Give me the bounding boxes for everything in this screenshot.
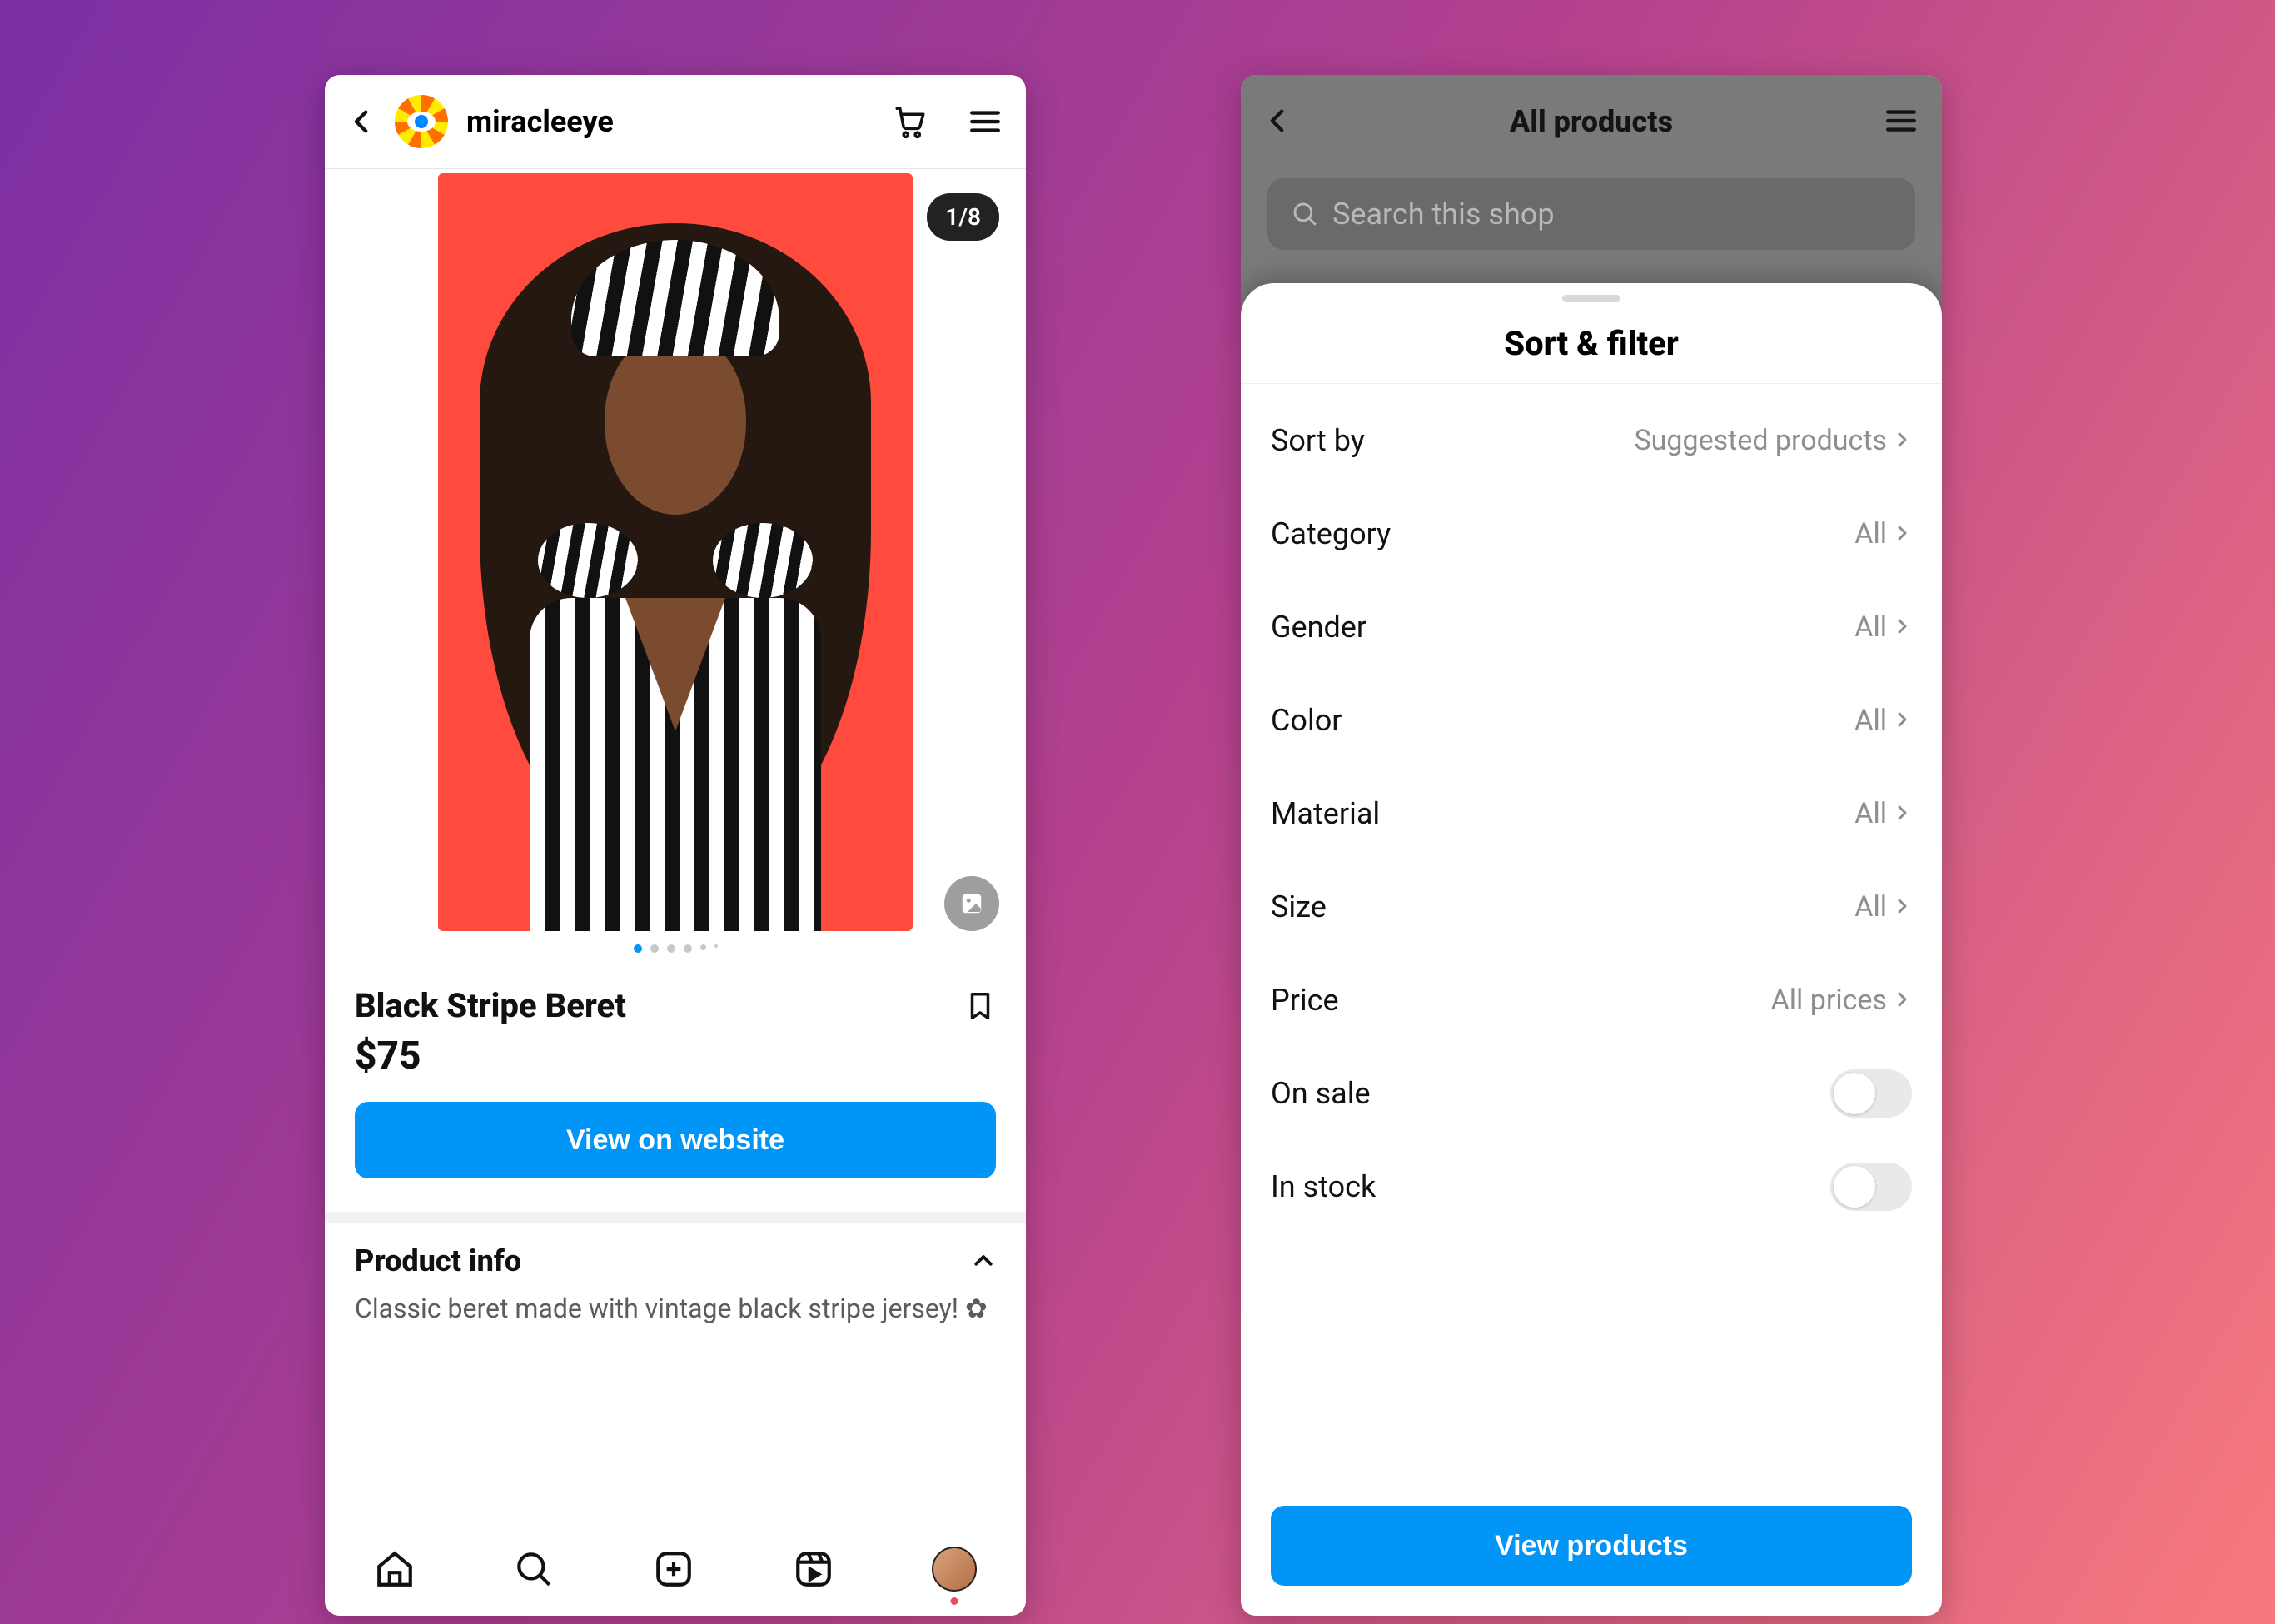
reels-icon[interactable]	[793, 1548, 834, 1590]
filter-sheet-screen: All products Search this shop Sort & fil…	[1241, 75, 1942, 1616]
filter-row-color[interactable]: Color All	[1241, 674, 1942, 767]
filter-row-price[interactable]: Price All prices	[1241, 954, 1942, 1047]
toggle-switch[interactable]	[1830, 1163, 1912, 1211]
chevron-up-icon	[971, 1248, 996, 1273]
home-icon[interactable]	[374, 1548, 416, 1590]
filter-value: All	[1854, 797, 1912, 830]
search-icon[interactable]	[513, 1548, 555, 1590]
gallery-counter: 1/8	[927, 193, 999, 241]
view-on-website-button[interactable]: View on website	[355, 1102, 996, 1178]
profile-avatar[interactable]	[932, 1547, 977, 1592]
search-icon	[1291, 200, 1319, 228]
filter-value: All	[1854, 704, 1912, 737]
filter-label: Material	[1271, 796, 1380, 831]
cart-icon[interactable]	[893, 104, 928, 139]
chevron-right-icon	[1892, 890, 1912, 924]
filter-toggle-on-sale: On sale	[1241, 1047, 1942, 1140]
create-icon[interactable]	[653, 1548, 694, 1590]
filter-label: Price	[1271, 983, 1339, 1018]
chevron-right-icon	[1892, 424, 1912, 457]
product-info-body: Classic beret made with vintage black st…	[355, 1288, 996, 1328]
filter-label: Gender	[1271, 610, 1366, 645]
filter-label: In stock	[1271, 1169, 1376, 1204]
filter-value: All	[1854, 517, 1912, 550]
chevron-right-icon	[1892, 704, 1912, 737]
product-info-heading: Product info	[355, 1243, 971, 1278]
shop-avatar[interactable]	[395, 95, 448, 148]
product-info-section[interactable]: Product info Classic beret made with vin…	[325, 1223, 1026, 1335]
view-products-button[interactable]: View products	[1271, 1506, 1912, 1586]
back-icon[interactable]	[348, 107, 376, 136]
filter-toggle-in-stock: In stock	[1241, 1140, 1942, 1233]
bookmark-icon[interactable]	[964, 987, 996, 1025]
filter-label: On sale	[1271, 1076, 1371, 1111]
filter-label: Color	[1271, 703, 1342, 738]
page-title: All products	[1510, 104, 1673, 139]
filter-value: All	[1854, 890, 1912, 924]
gallery-dots	[325, 944, 1026, 953]
filter-row-sort-by[interactable]: Sort by Suggested products	[1241, 394, 1942, 487]
back-icon	[1264, 107, 1292, 135]
chevron-right-icon	[1892, 610, 1912, 644]
product-gallery[interactable]: 1/8	[325, 168, 1026, 964]
filter-label: Sort by	[1271, 423, 1365, 458]
filter-row-category[interactable]: Category All	[1241, 487, 1942, 580]
product-photo	[438, 173, 913, 931]
chevron-right-icon	[1892, 517, 1912, 550]
sort-filter-sheet: Sort & filter Sort bySuggested products …	[1241, 283, 1942, 1616]
sheet-grabber[interactable]	[1562, 295, 1620, 302]
filter-value: Suggested products	[1634, 424, 1912, 457]
search-placeholder: Search this shop	[1332, 197, 1555, 232]
menu-icon	[1884, 103, 1919, 138]
filter-row-gender[interactable]: Gender All	[1241, 580, 1942, 674]
filter-label: Category	[1271, 516, 1391, 551]
toggle-switch[interactable]	[1830, 1069, 1912, 1118]
chevron-right-icon	[1892, 797, 1912, 830]
chevron-right-icon	[1892, 984, 1912, 1017]
header: miracleeye	[325, 75, 1026, 169]
bottom-nav	[325, 1522, 1026, 1616]
product-price: $75	[355, 1034, 996, 1079]
search-input: Search this shop	[1267, 178, 1915, 250]
filter-value: All	[1854, 610, 1912, 644]
filter-value: All prices	[1771, 984, 1912, 1017]
shop-name[interactable]: miracleeye	[466, 104, 614, 139]
filter-row-material[interactable]: Material All	[1241, 767, 1942, 860]
product-detail-screen: miracleeye 1/8 Black Stripe Beret	[325, 75, 1026, 1616]
view-similar-icon[interactable]	[944, 876, 999, 931]
filter-row-size[interactable]: Size All	[1241, 860, 1942, 954]
filter-label: Size	[1271, 889, 1327, 924]
product-title: Black Stripe Beret	[355, 986, 964, 1025]
sheet-title: Sort & filter	[1241, 324, 1942, 363]
menu-icon[interactable]	[968, 104, 1003, 139]
